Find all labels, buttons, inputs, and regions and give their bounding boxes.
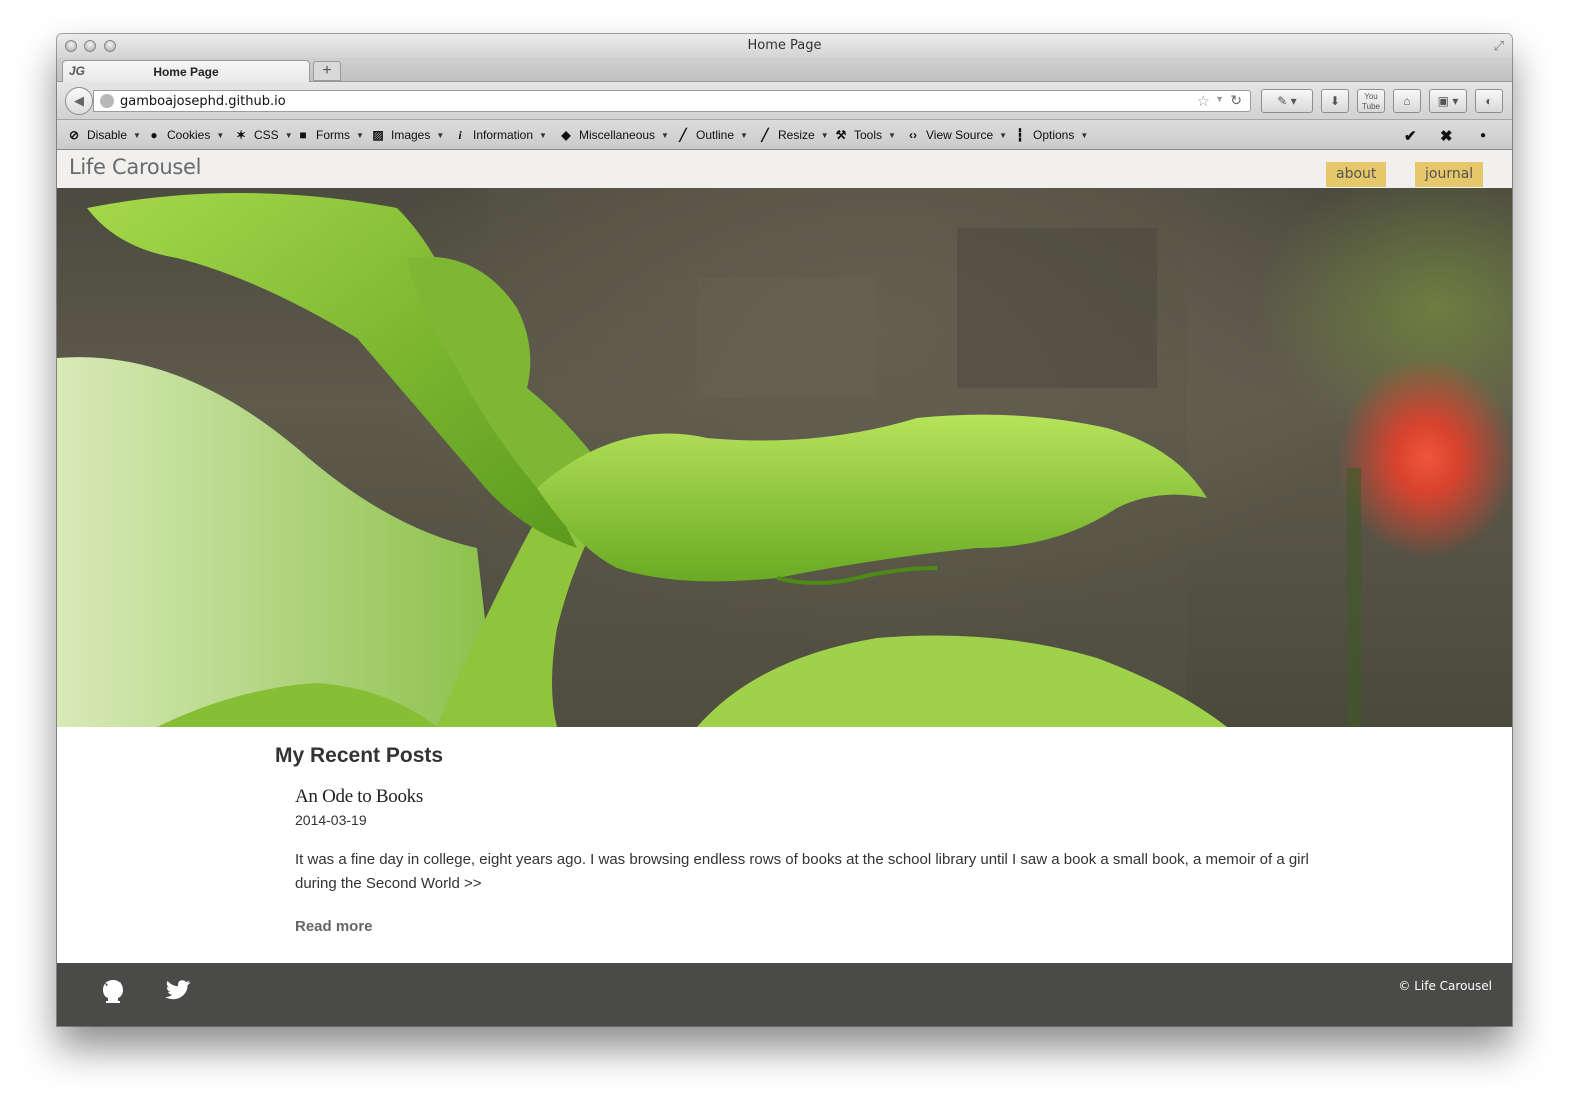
dev-menu-disable[interactable]: ⊘ Disable ▼: [67, 128, 141, 142]
information-icon: i: [458, 128, 462, 142]
url-text[interactable]: gamboajosephd.github.io: [120, 94, 286, 109]
copyright-text: © Life Carousel: [1398, 979, 1492, 993]
github-icon[interactable]: [101, 979, 125, 1010]
cookies-icon: ●: [150, 128, 158, 142]
post-date: 2014-03-19: [295, 812, 367, 828]
disable-icon: ⊘: [68, 128, 80, 142]
dev-menu-label: Outline: [696, 128, 735, 142]
navigation-bar: ◀ gamboajosephd.github.io ☆ ▼ ↻ ✎ ▾ ⬇ Yo…: [57, 82, 1512, 120]
outline-icon: ╱: [679, 128, 687, 142]
dev-menu-information[interactable]: i Information ▼: [453, 128, 547, 143]
caret-icon: ▼: [740, 131, 748, 140]
dev-menu-css[interactable]: ✶ CSS ▼: [234, 128, 293, 142]
youtube-button[interactable]: You Tube: [1357, 89, 1385, 113]
download-icon: ⬇: [1329, 94, 1341, 108]
caret-icon: ▼: [356, 131, 364, 140]
window-title: Home Page: [747, 38, 822, 53]
dev-menu-label: Images: [391, 128, 431, 142]
caret-icon: ▼: [284, 131, 293, 140]
tools-icon: ⚒: [835, 128, 847, 142]
reload-icon[interactable]: ↻: [1230, 92, 1242, 109]
dev-menu-label: Options: [1033, 128, 1075, 142]
site-footer: © Life Carousel: [57, 963, 1512, 1026]
caret-icon: ▼: [216, 131, 225, 140]
caret-icon: ▼: [1080, 131, 1089, 140]
post-title[interactable]: An Ode to Books: [295, 786, 423, 808]
dev-menu-cookies[interactable]: ● Cookies ▼: [147, 128, 224, 142]
nav-journal-link[interactable]: journal: [1415, 162, 1484, 187]
caret-icon: ▼: [999, 131, 1008, 140]
dev-menu-images[interactable]: ▨ Images ▼: [371, 128, 444, 142]
dev-menu-label: Cookies: [167, 128, 211, 142]
post-excerpt: It was a fine day in college, eight year…: [295, 851, 1309, 892]
tab-home-page[interactable]: JG Home Page: [62, 60, 310, 83]
caret-icon: ▼: [539, 131, 547, 140]
tab-bar: JG Home Page +: [57, 58, 1512, 83]
youtube-icon: You Tube: [1362, 92, 1380, 111]
browser-window: Home Page ⤢ JG Home Page + ◀ gamboajosep…: [57, 34, 1512, 1026]
home-button[interactable]: ⌂: [1393, 89, 1421, 113]
puzzle-icon: ✎ ▾: [1277, 94, 1297, 108]
twitter-icon[interactable]: [164, 979, 192, 1008]
screenshot-icon: ▣ ▾: [1437, 94, 1459, 108]
check-icon[interactable]: ✔: [1404, 127, 1417, 145]
bookmark-star-icon[interactable]: ☆: [1197, 92, 1210, 110]
dev-menu-forms[interactable]: ■ Forms ▼: [296, 128, 364, 142]
images-icon: ▨: [372, 128, 384, 142]
home-icon: ⌂: [1403, 94, 1411, 108]
dev-menu-label: View Source: [926, 128, 994, 142]
resize-icon: ╱: [761, 128, 769, 142]
dev-menu-tools[interactable]: ⚒ Tools ▼: [834, 128, 896, 142]
hero-image: [57, 188, 1512, 727]
forms-icon: ■: [299, 128, 307, 142]
screenshot-button[interactable]: ▣ ▾: [1429, 89, 1467, 113]
dev-menu-options[interactable]: ┇ Options ▼: [1013, 128, 1088, 142]
dev-menu-outline[interactable]: ╱ Outline ▼: [676, 128, 748, 142]
dev-menu-view-source[interactable]: ‹› View Source ▼: [906, 128, 1007, 142]
back-arrow-icon: ◀: [74, 93, 84, 108]
downloads-button[interactable]: ⬇: [1321, 89, 1349, 113]
caret-icon: ▼: [820, 131, 829, 140]
site-brand[interactable]: Life Carousel: [69, 155, 201, 179]
caret-icon: ▼: [888, 131, 896, 140]
addon-icon: ◐: [1485, 94, 1493, 108]
dev-menu-label: Disable: [87, 128, 128, 142]
fullscreen-icon[interactable]: ⤢: [1494, 38, 1504, 54]
dev-menu-label: Resize: [778, 128, 815, 142]
dev-menu-label: Forms: [316, 128, 350, 142]
back-button[interactable]: ◀: [65, 87, 93, 115]
globe-icon: [100, 94, 114, 108]
css-icon: ✶: [235, 128, 247, 142]
miscellaneous-icon: ◆: [561, 128, 571, 142]
history-dropdown-icon[interactable]: ▼: [1215, 94, 1224, 104]
status-dot-icon[interactable]: ●: [1480, 130, 1486, 141]
view-source-icon: ‹›: [909, 128, 917, 142]
nav-about-link[interactable]: about: [1326, 162, 1387, 187]
extension-menu-button[interactable]: ✎ ▾: [1261, 89, 1313, 113]
dev-menu-miscellaneous[interactable]: ◆ Miscellaneous ▼: [559, 128, 669, 142]
dev-menu-resize[interactable]: ╱ Resize ▼: [758, 128, 829, 142]
address-bar[interactable]: gamboajosephd.github.io ☆ ▼ ↻: [93, 90, 1251, 112]
dev-menu-label: Tools: [854, 128, 883, 142]
title-bar: Home Page ⤢: [57, 34, 1512, 58]
addon-button[interactable]: ◐: [1475, 89, 1503, 113]
caret-icon: ▼: [436, 131, 445, 140]
site-header: Life Carousel about journal: [57, 150, 1512, 188]
options-icon: ┇: [1016, 128, 1024, 142]
dev-menu-label: Information: [473, 128, 534, 142]
tab-label: Home Page: [153, 65, 219, 79]
new-tab-button[interactable]: +: [313, 61, 341, 81]
caret-icon: ▼: [661, 131, 669, 140]
web-page: Life Carousel about journal My Recent Po…: [57, 150, 1512, 1026]
read-more-link[interactable]: Read more: [295, 918, 373, 935]
dev-menu-label: Miscellaneous: [579, 128, 656, 142]
dev-menu-label: CSS: [254, 128, 279, 142]
caret-icon: ▼: [133, 131, 141, 140]
leaf-illustration: [57, 188, 1361, 727]
close-icon[interactable]: ✖: [1440, 127, 1453, 145]
recent-posts-heading: My Recent Posts: [275, 744, 444, 767]
web-developer-toolbar: ⊘ Disable ▼ ● Cookies ▼ ✶ CSS ▼ ■ Forms ▼ ▨ Image…: [57, 120, 1512, 150]
